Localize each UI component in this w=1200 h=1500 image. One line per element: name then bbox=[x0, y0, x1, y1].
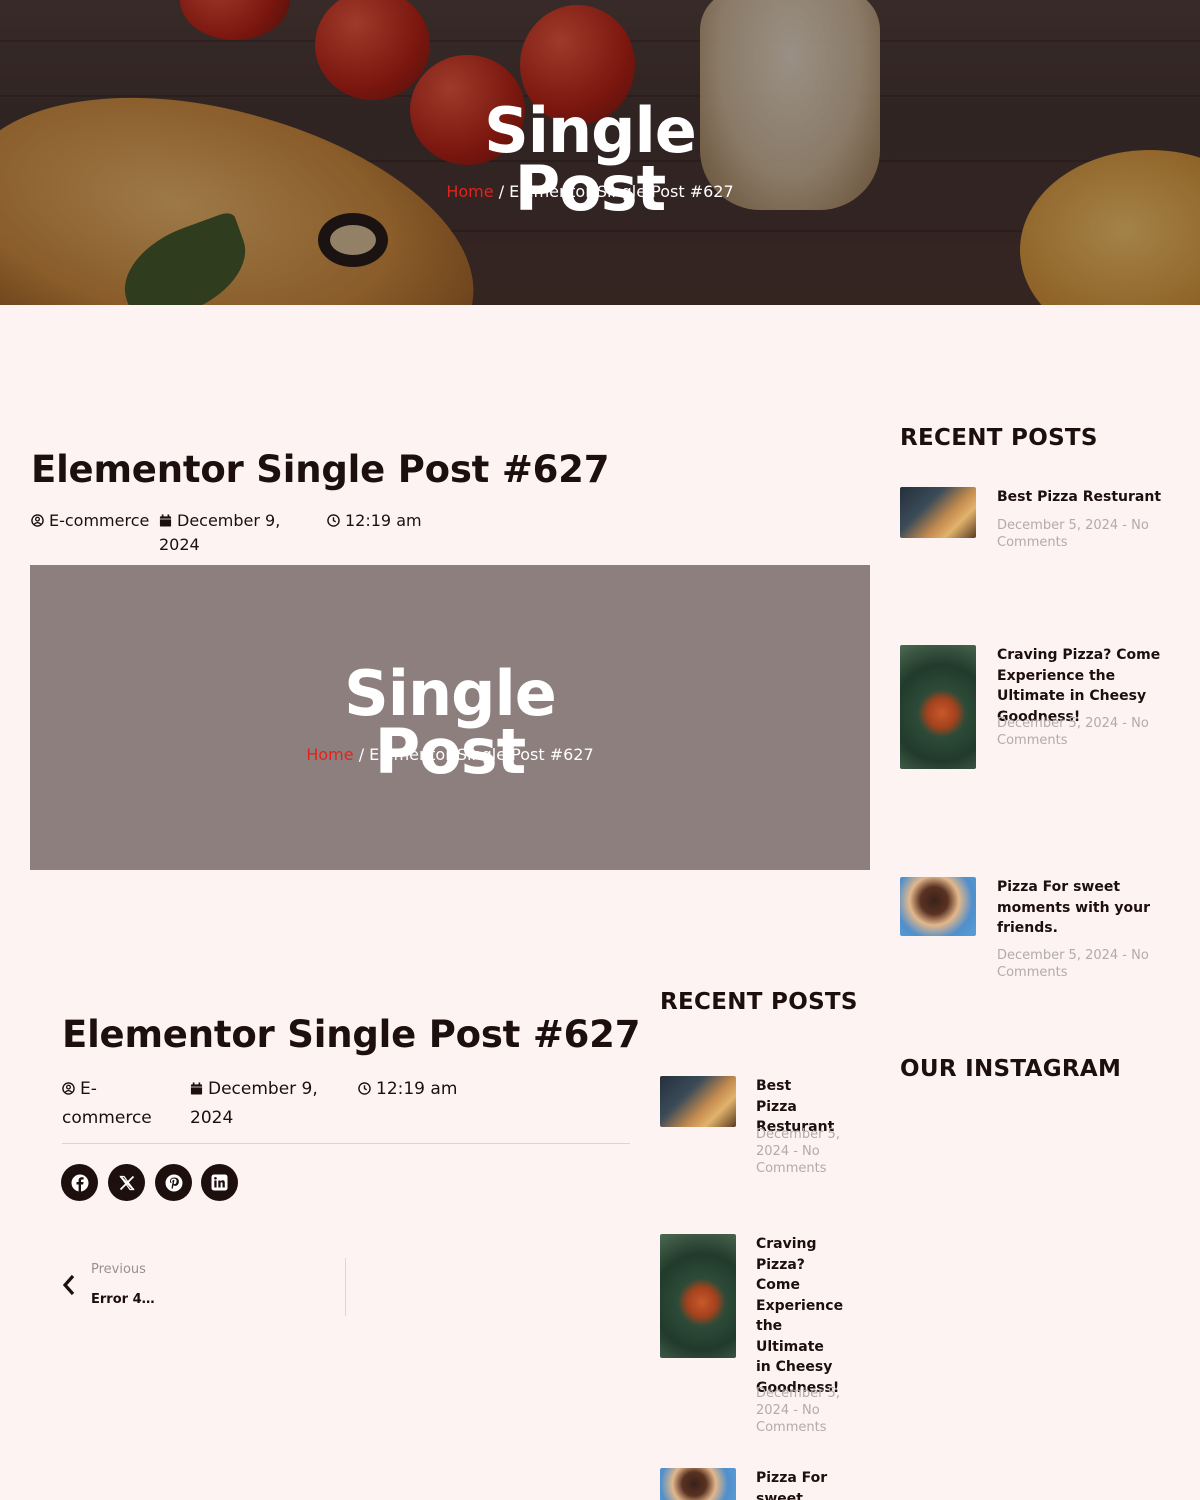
clock-icon bbox=[327, 514, 340, 527]
hero-banner: Single Post Home / Elementor Single Post… bbox=[0, 0, 1200, 305]
share-x-button[interactable] bbox=[108, 1164, 145, 1201]
breadcrumb-separator: / bbox=[498, 182, 505, 201]
recent-post-meta: December 5, 2024 - No Comments bbox=[997, 716, 1149, 748]
user-circle-icon bbox=[31, 514, 44, 527]
featured-breadcrumb-current: Elementor Single Post #627 bbox=[369, 745, 594, 764]
inner-recent-post-title[interactable]: Craving Pizza? Come Experience the Ultim… bbox=[756, 1234, 843, 1398]
share-linkedin-button[interactable] bbox=[201, 1164, 238, 1201]
inner-recent-post-meta: December 5, 2024 - No Comments bbox=[756, 1127, 840, 1176]
recent-post-title[interactable]: Pizza For sweet moments with your friend… bbox=[997, 877, 1167, 939]
post-time: 12:19 am bbox=[327, 509, 422, 533]
chevron-left-icon bbox=[62, 1274, 75, 1296]
inner-post-author-name: E-commerce bbox=[62, 1079, 152, 1128]
post-author[interactable]: E-commerce bbox=[31, 509, 151, 533]
breadcrumb-current: Elementor Single Post #627 bbox=[509, 182, 734, 201]
breadcrumb: Home / Elementor Single Post #627 bbox=[440, 182, 740, 201]
inner-post-time-text: 12:19 am bbox=[376, 1079, 458, 1099]
inner-post-date-text: December 9, 2024 bbox=[190, 1079, 318, 1128]
recent-post-title[interactable]: Best Pizza Resturant bbox=[997, 487, 1182, 508]
meta-divider bbox=[62, 1143, 630, 1144]
inner-post-time: 12:19 am bbox=[358, 1075, 457, 1104]
recent-post-meta: December 5, 2024 - No Comments bbox=[997, 948, 1149, 980]
recent-post-thumbnail[interactable] bbox=[900, 487, 976, 538]
inner-post-author[interactable]: E-commerce bbox=[62, 1075, 182, 1133]
inner-recent-posts-heading: RECENT POSTS bbox=[660, 989, 858, 1015]
facebook-icon bbox=[71, 1174, 88, 1191]
user-circle-icon bbox=[62, 1082, 75, 1095]
inner-post-title: Elementor Single Post #627 bbox=[62, 1013, 641, 1056]
pinterest-icon bbox=[165, 1174, 182, 1191]
recent-post-thumbnail[interactable] bbox=[900, 645, 976, 769]
recent-post-thumbnail[interactable] bbox=[900, 877, 976, 936]
inner-recent-post-title[interactable]: Pizza For sweet bbox=[756, 1468, 840, 1500]
featured-breadcrumb: Home / Elementor Single Post #627 bbox=[300, 745, 600, 764]
featured-image-placeholder: Single Post Home / Elementor Single Post… bbox=[30, 565, 870, 870]
featured-title-block: Single Post Home / Elementor Single Post… bbox=[300, 662, 600, 782]
post-date[interactable]: December 9, 2024 bbox=[159, 509, 289, 557]
featured-breadcrumb-separator: / bbox=[358, 745, 365, 764]
post-title: Elementor Single Post #627 bbox=[31, 448, 610, 491]
inner-post-date[interactable]: December 9, 2024 bbox=[190, 1075, 320, 1133]
previous-post-link[interactable]: Previous Error 4… bbox=[62, 1258, 346, 1316]
instagram-heading: OUR INSTAGRAM bbox=[900, 1056, 1122, 1082]
previous-label: Previous bbox=[91, 1262, 146, 1277]
post-author-name: E-commerce bbox=[49, 511, 150, 530]
clock-icon bbox=[358, 1082, 371, 1095]
share-pinterest-button[interactable] bbox=[155, 1164, 192, 1201]
post-time-text: 12:19 am bbox=[345, 511, 422, 530]
inner-recent-post-thumbnail[interactable] bbox=[660, 1076, 736, 1127]
post-date-text: December 9, 2024 bbox=[159, 511, 281, 554]
hero-title-block: Single Post Home / Elementor Single Post… bbox=[440, 99, 740, 219]
previous-post-title: Error 4… bbox=[91, 1292, 155, 1307]
linkedin-icon bbox=[211, 1174, 228, 1191]
recent-posts-heading: RECENT POSTS bbox=[900, 425, 1098, 451]
featured-breadcrumb-home-link[interactable]: Home bbox=[306, 745, 353, 764]
recent-post-meta: December 5, 2024 - No Comments bbox=[997, 518, 1149, 550]
inner-recent-post-thumbnail[interactable] bbox=[660, 1234, 736, 1358]
share-facebook-button[interactable] bbox=[61, 1164, 98, 1201]
calendar-icon bbox=[190, 1082, 203, 1095]
calendar-icon bbox=[159, 514, 172, 527]
breadcrumb-home-link[interactable]: Home bbox=[446, 182, 493, 201]
x-icon bbox=[118, 1175, 135, 1190]
inner-recent-post-meta: December 5, 2024 - No Comments bbox=[756, 1386, 840, 1435]
inner-recent-post-thumbnail[interactable] bbox=[660, 1468, 736, 1500]
